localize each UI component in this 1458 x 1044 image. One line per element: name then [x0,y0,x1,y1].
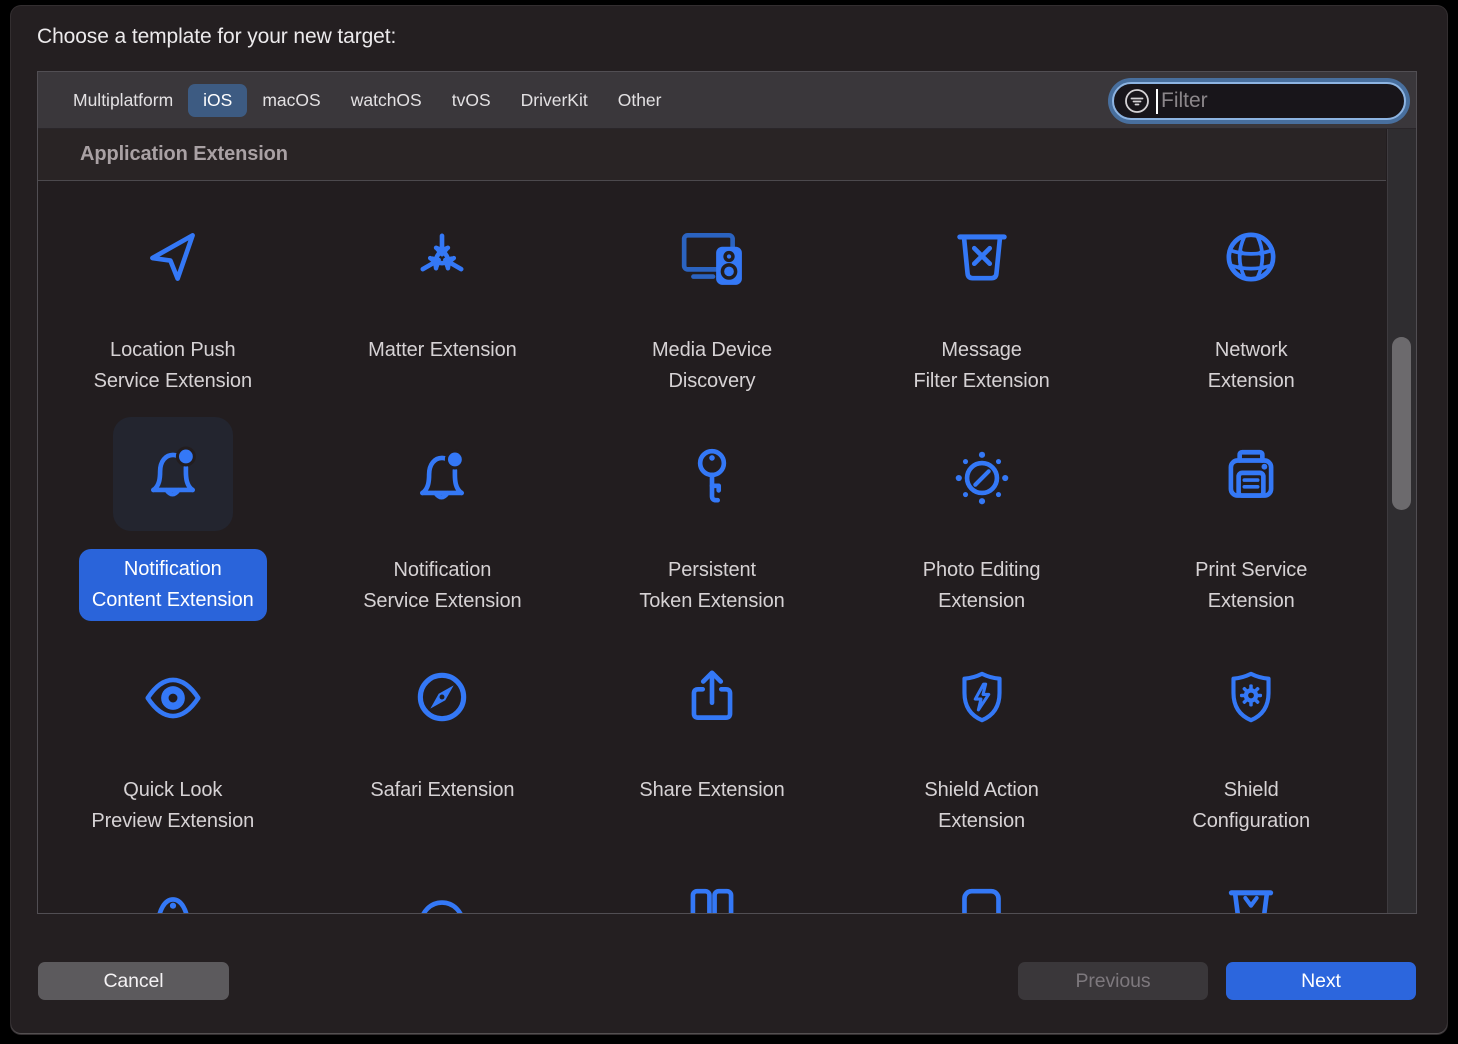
tab-macos[interactable]: macOS [247,84,335,117]
cancel-button[interactable]: Cancel [38,962,229,1000]
circle-dot-icon [113,857,233,913]
globe-icon [1191,197,1311,317]
template-item-print-service-extension[interactable]: Print ServiceExtension [1116,401,1386,621]
tab-tvos[interactable]: tvOS [437,84,506,117]
template-item-safari-extension[interactable]: Safari Extension [308,621,578,841]
shield-gear-icon [1191,637,1311,757]
template-item-label: Shield ActionExtension [924,775,1038,837]
next-button[interactable]: Next [1226,962,1416,1000]
tab-multiplatform[interactable]: Multiplatform [58,84,188,117]
shield-bolt-icon [922,637,1042,757]
tab-driverkit[interactable]: DriverKit [506,84,603,117]
template-item-label: MessageFilter Extension [913,335,1049,397]
template-item-label: Matter Extension [368,335,516,366]
template-item-label: Location PushService Extension [94,335,252,397]
template-item-network-extension[interactable]: NetworkExtension [1116,181,1386,401]
template-item-label: Media DeviceDiscovery [652,335,772,397]
template-item-share-extension[interactable]: Share Extension [577,621,847,841]
tab-watchos[interactable]: watchOS [336,84,437,117]
scrollbar-thumb[interactable] [1392,337,1411,510]
template-item-partial-item-5[interactable] [1116,841,1386,913]
platform-tabbar: MultiplatformiOSmacOSwatchOStvOSDriverKi… [38,72,1416,129]
template-item-notification-service-extension[interactable]: NotificationService Extension [308,401,578,621]
vertical-scrollbar[interactable] [1387,129,1416,913]
template-item-label: NotificationService Extension [363,555,521,617]
template-item-label: NotificationContent Extension [79,549,267,621]
template-item-quick-look-preview-extension[interactable]: Quick LookPreview Extension [38,621,308,841]
arc-icon [382,857,502,913]
template-item-partial-item-2[interactable] [308,841,578,913]
dial-icon [922,417,1042,537]
bucket-chevron-icon [1191,857,1311,913]
printer-icon [1191,417,1311,537]
template-item-shield-action-extension[interactable]: Shield ActionExtension [847,621,1117,841]
text-cursor [1156,89,1158,114]
template-grid: Location PushService Extension Matter Ext… [38,181,1386,913]
two-panels-icon [652,857,772,913]
rounded-square-icon [922,857,1042,913]
new-target-template-dialog: Choose a template for your new target: M… [10,5,1448,1035]
bell-badge-icon [382,417,502,537]
template-chooser-panel: MultiplatformiOSmacOSwatchOStvOSDriverKi… [37,71,1417,914]
template-item-partial-item-4[interactable] [847,841,1117,913]
bucket-x-icon [922,197,1042,317]
share-icon [652,637,772,757]
template-item-label: Quick LookPreview Extension [91,775,254,837]
template-item-label: ShieldConfiguration [1192,775,1310,837]
matter-icon [382,197,502,317]
template-item-photo-editing-extension[interactable]: Photo EditingExtension [847,401,1117,621]
tab-ios[interactable]: iOS [188,84,247,117]
previous-button[interactable]: Previous [1018,962,1208,1000]
template-item-partial-item-3[interactable] [577,841,847,913]
template-item-notification-content-extension[interactable]: NotificationContent Extension [38,401,308,621]
template-item-persistent-token-extension[interactable]: PersistentToken Extension [577,401,847,621]
filter-icon [1124,88,1150,114]
key-icon [652,417,772,537]
template-item-partial-item-1[interactable] [38,841,308,913]
template-item-message-filter-extension[interactable]: MessageFilter Extension [847,181,1117,401]
template-item-label: PersistentToken Extension [639,555,784,617]
template-item-media-device-discovery[interactable]: Media DeviceDiscovery [577,181,847,401]
template-item-shield-configuration[interactable]: ShieldConfiguration [1116,621,1386,841]
template-item-label: Share Extension [639,775,784,806]
template-item-matter-extension[interactable]: Matter Extension [308,181,578,401]
template-item-label: Photo EditingExtension [923,555,1041,617]
template-item-label: NetworkExtension [1208,335,1295,397]
section-header-application-extension: Application Extension [38,129,1386,181]
filter-input[interactable]: Filter [1112,82,1406,120]
location-arrow-icon [113,197,233,317]
tab-other[interactable]: Other [603,84,677,117]
template-grid-area: Location PushService Extension Matter Ext… [38,181,1386,913]
filter-placeholder: Filter [1161,89,1208,113]
bell-badge-icon [113,417,233,531]
eye-icon [113,637,233,757]
tab-list: MultiplatformiOSmacOSwatchOStvOSDriverKi… [58,72,677,129]
template-item-label: Safari Extension [370,775,514,806]
display-speaker-icon [652,197,772,317]
template-item-location-push-service-extension[interactable]: Location PushService Extension [38,181,308,401]
compass-icon [382,637,502,757]
template-item-label: Print ServiceExtension [1195,555,1307,617]
dialog-title: Choose a template for your new target: [37,25,396,49]
